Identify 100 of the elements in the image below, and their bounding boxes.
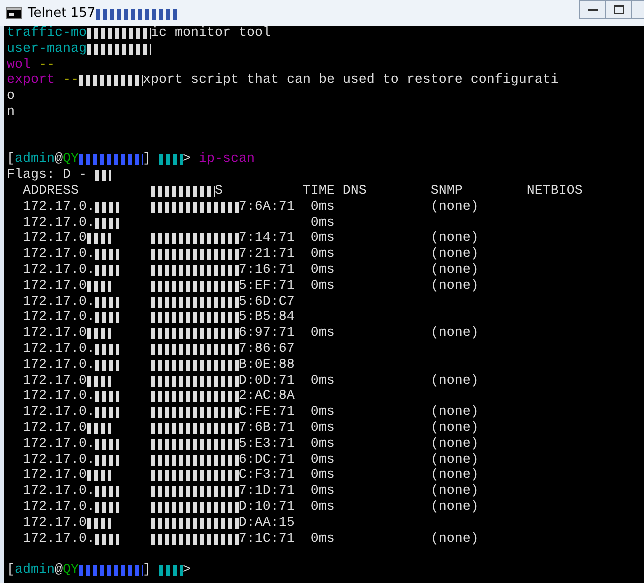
address-cell: 172.17.0.	[22, 484, 151, 500]
terminal-text: ic monitor tool	[150, 26, 271, 42]
terminal-text: QY	[63, 152, 79, 168]
redacted-mark	[94, 170, 111, 182]
address-cell: 172.17.0	[22, 516, 151, 532]
mac-cell: C:FE:71	[150, 405, 303, 421]
terminal-text: --	[38, 58, 55, 74]
window-title: Telnet 157	[28, 6, 178, 20]
time-cell-text: 0ms	[310, 436, 336, 453]
snmp-cell-text: (none)	[430, 374, 480, 390]
snmp-cell-text: (none)	[430, 500, 480, 516]
mac-cell: 5:B5:84	[150, 310, 303, 326]
address-cell: 172.17.0.	[22, 310, 151, 326]
snmp-cell-text: (none)	[430, 231, 480, 247]
address-cell: 172.17.0.	[22, 358, 151, 374]
time-cell-text: 0ms	[310, 374, 336, 390]
mac-cell: 7:14:71	[150, 231, 303, 248]
snmp-cell-text: (none)	[430, 278, 480, 295]
maximize-icon	[614, 5, 624, 14]
address-cell: 172.17.0.	[22, 389, 151, 406]
snmp-cell-text: (none)	[430, 247, 480, 263]
terminal-text: traffic-mo	[7, 26, 87, 42]
terminal-text: o	[7, 89, 15, 105]
snmp-cell-text: (none)	[430, 200, 480, 216]
address-cell: 172.17.0.	[22, 500, 151, 516]
snmp-cell-text: (none)	[430, 405, 480, 421]
mac-cell: 7:1D:71	[150, 484, 303, 500]
mac-cell: 7:21:71	[150, 247, 303, 263]
redacted-mark	[86, 44, 151, 55]
address-cell: 172.17.0.	[22, 532, 151, 548]
address-cell: 172.17.0	[22, 278, 151, 295]
time-cell-text: 0ms	[310, 468, 336, 484]
column-header: DNS	[342, 184, 368, 200]
console-icon	[6, 7, 22, 19]
time-cell-text: 0ms	[310, 231, 336, 248]
mac-cell: 6:97:71	[150, 326, 303, 342]
mac-cell: 6:DC:71	[150, 452, 303, 468]
address-cell: 172.17.0.	[22, 262, 151, 279]
snmp-cell-text: (none)	[430, 326, 480, 342]
column-header: TIME	[302, 184, 336, 200]
address-cell: 172.17.0.	[22, 405, 151, 421]
column-header: ADDRESS	[22, 184, 80, 200]
mac-cell: 5:E3:71	[150, 436, 303, 453]
time-cell-text: 0ms	[310, 262, 336, 279]
mac-cell: 7:6A:71	[150, 200, 303, 216]
mac-cell: D:AA:15	[150, 516, 303, 532]
mac-cell: C:F3:71	[150, 468, 303, 484]
time-cell-text: 0ms	[310, 420, 336, 437]
address-cell: 172.17.0.	[22, 436, 151, 453]
terminal-text: n	[7, 104, 15, 121]
mac-cell: 5:EF:71	[150, 278, 303, 295]
address-cell: 172.17.0	[22, 231, 151, 248]
terminal-text: QY	[63, 563, 79, 579]
snmp-cell-text: (none)	[430, 468, 480, 484]
terminal-text: >	[182, 152, 192, 168]
address-cell: 172.17.0.	[22, 216, 151, 232]
snmp-cell-text: (none)	[430, 452, 480, 468]
terminal-text: user-manag	[7, 42, 87, 58]
mac-cell: 2:AC:8A	[150, 389, 303, 406]
address-cell: 172.17.0.	[22, 200, 151, 216]
time-cell-text: 0ms	[310, 532, 336, 548]
snmp-cell-text: (none)	[430, 532, 480, 548]
address-cell: 172.17.0.	[22, 247, 151, 263]
time-cell-text: 0ms	[310, 452, 336, 468]
time-cell-text: 0ms	[310, 484, 336, 500]
maximize-button[interactable]	[605, 0, 632, 19]
snmp-cell-text: (none)	[430, 262, 480, 279]
mac-cell: B:0E:88	[150, 358, 303, 374]
terminal-text: wol	[7, 58, 31, 74]
minimize-icon	[588, 8, 598, 12]
column-header: SNMP	[430, 184, 464, 200]
terminal-text: ip-scan	[198, 152, 255, 168]
address-cell: 172.17.0	[22, 374, 151, 390]
time-cell-text: 0ms	[310, 278, 336, 295]
snmp-cell-text: (none)	[430, 420, 480, 437]
address-cell: 172.17.0	[22, 326, 151, 342]
flags-text: Flags: D -	[7, 168, 88, 184]
mac-cell: D:0D:71	[150, 374, 303, 390]
minimize-button[interactable]	[579, 0, 606, 19]
time-cell-text: 0ms	[310, 247, 336, 263]
terminal-text: @	[55, 563, 63, 579]
terminal-text: admin	[15, 152, 55, 168]
snmp-cell-text: (none)	[430, 436, 480, 453]
time-cell-text: 0ms	[310, 405, 336, 421]
terminal-text: admin	[15, 563, 55, 579]
time-cell-text: 0ms	[310, 500, 336, 516]
terminal-text: @	[55, 152, 63, 168]
mac-cell: 5:6D:C7	[150, 294, 303, 310]
redacted-mark	[79, 75, 143, 86]
terminal-text: export	[7, 73, 55, 90]
terminal-text: ]	[142, 152, 152, 168]
time-cell-text: 0ms	[310, 326, 336, 342]
time-cell-text: 0ms	[310, 216, 336, 232]
mac-cell: 7:86:67	[150, 342, 303, 358]
address-cell: 172.17.0.	[22, 294, 151, 310]
address-cell: 172.17.0.	[22, 452, 151, 468]
address-cell: 172.17.0	[22, 468, 151, 484]
redacted-mark	[86, 28, 151, 39]
terminal-text: >	[182, 563, 191, 579]
address-cell: 172.17.0.	[22, 342, 151, 358]
